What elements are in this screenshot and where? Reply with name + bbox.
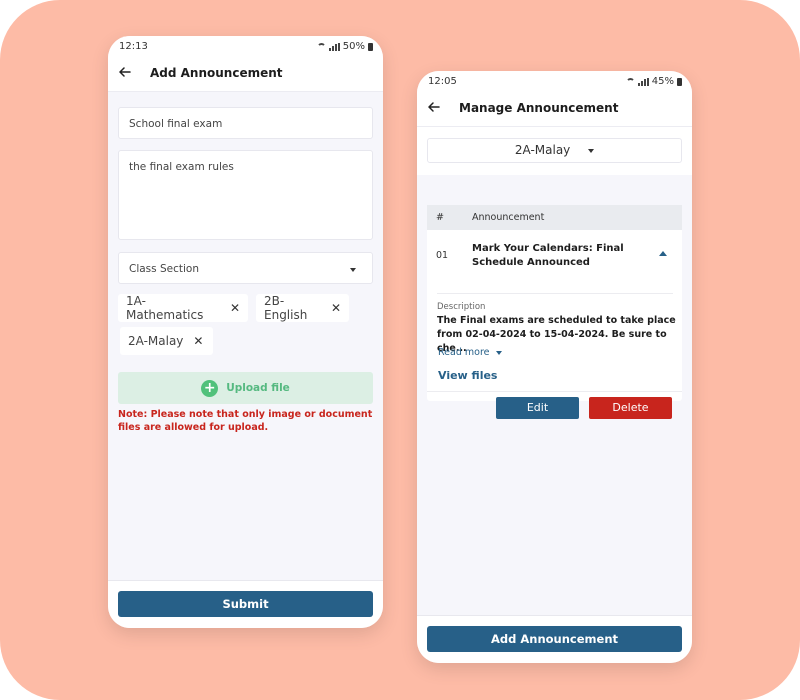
caret-down-icon	[588, 148, 595, 153]
class-chip: 2B-English ✕	[256, 294, 349, 322]
battery-icon	[368, 42, 373, 51]
divider	[427, 391, 682, 392]
upload-note: Note: Please note that only image or doc…	[118, 409, 373, 433]
chip-label: 1A-Mathematics	[126, 294, 204, 322]
filter-band: 2A-Malay	[417, 127, 692, 175]
description-label: Description	[437, 302, 486, 312]
table-row[interactable]: 01 Mark Your Calendars: Final Schedule A…	[427, 230, 682, 290]
close-icon[interactable]: ✕	[193, 334, 203, 348]
class-section-select[interactable]: Class Section	[118, 252, 373, 284]
class-filter-select[interactable]: 2A-Malay	[427, 138, 682, 163]
battery-level: 45%	[651, 76, 674, 87]
status-time: 12:13	[119, 41, 148, 52]
chip-label: 2A-Malay	[128, 334, 184, 348]
divider	[437, 293, 673, 294]
arrow-left-icon[interactable]	[118, 65, 132, 79]
caret-down-icon	[350, 268, 356, 272]
wifi-icon	[625, 78, 635, 85]
bottom-bar: Add Announcement	[417, 615, 692, 663]
upload-file-button[interactable]: + Upload file	[118, 372, 373, 404]
add-announcement-screen: 12:13 50% Add Announcement School final …	[108, 36, 383, 628]
chevron-up-icon[interactable]	[659, 251, 667, 256]
row-title: Mark Your Calendars: Final Schedule Anno…	[472, 243, 624, 268]
signal-icon	[328, 42, 340, 51]
app-bar: Manage Announcement	[417, 91, 692, 127]
announcement-table: # Announcement 01 Mark Your Calendars: F…	[427, 205, 682, 401]
view-files-link[interactable]: View files	[438, 369, 497, 382]
header-announcement: Announcement	[472, 212, 545, 223]
upload-label: Upload file	[226, 382, 290, 394]
status-time: 12:05	[428, 76, 457, 87]
row-number: 01	[436, 250, 449, 261]
page-title: Add Announcement	[150, 66, 283, 80]
delete-button[interactable]: Delete	[589, 397, 672, 419]
read-more-label: Read more	[438, 347, 490, 358]
edit-button[interactable]: Edit	[496, 397, 579, 419]
read-more-link[interactable]: Read more	[438, 347, 502, 358]
battery-icon	[677, 77, 682, 86]
app-bar: Add Announcement	[108, 56, 383, 92]
manage-announcement-screen: 12:05 45% Manage Announcement 2A-Malay #…	[417, 71, 692, 663]
wifi-icon	[316, 43, 326, 50]
submit-button[interactable]: Submit	[118, 591, 373, 617]
arrow-left-icon[interactable]	[427, 100, 441, 114]
add-announcement-button[interactable]: Add Announcement	[427, 626, 682, 652]
description-textarea[interactable]: the final exam rules	[118, 150, 373, 240]
class-chip: 2A-Malay ✕	[120, 327, 213, 355]
plus-circle-icon: +	[201, 379, 219, 397]
page-title: Manage Announcement	[459, 101, 619, 115]
class-chip: 1A-Mathematics ✕	[118, 294, 248, 322]
chip-label: 2B-English	[264, 294, 308, 322]
caret-down-icon	[495, 350, 502, 355]
status-bar: 12:05 45%	[417, 71, 692, 91]
table-header: # Announcement	[427, 205, 682, 230]
class-filter-value: 2A-Malay	[514, 143, 571, 157]
class-section-placeholder: Class Section	[129, 263, 199, 275]
description-value: the final exam rules	[129, 161, 234, 173]
title-input[interactable]: School final exam	[118, 107, 373, 139]
title-input-value: School final exam	[129, 118, 223, 130]
signal-icon	[637, 77, 649, 86]
close-icon[interactable]: ✕	[331, 301, 341, 315]
bottom-bar: Submit	[108, 580, 383, 628]
battery-level: 50%	[342, 41, 365, 52]
status-bar: 12:13 50%	[108, 36, 383, 56]
close-icon[interactable]: ✕	[230, 301, 240, 315]
header-number: #	[436, 212, 444, 223]
